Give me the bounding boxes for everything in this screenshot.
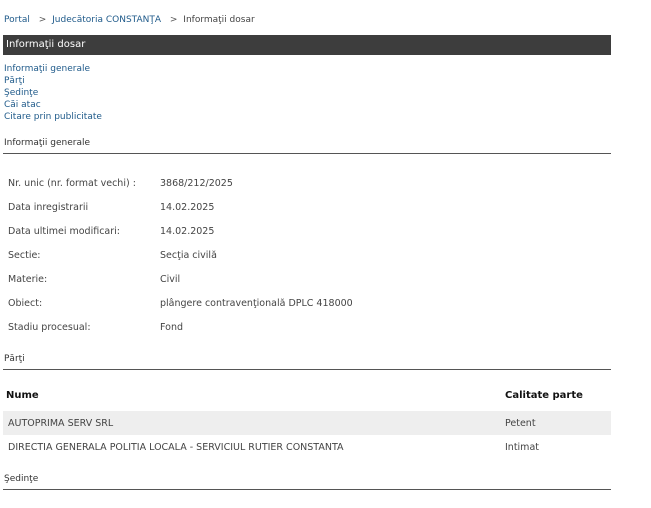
nav-link-sedinte[interactable]: Şedinţe — [4, 87, 102, 99]
info-value-data-inregistrarii: 14.02.2025 — [160, 202, 215, 213]
party-name: AUTOPRIMA SERV SRL — [8, 418, 114, 429]
section-title-sedinte: Şedinţe — [4, 474, 39, 484]
section-divider — [3, 153, 611, 154]
party-role: Intimat — [505, 442, 539, 453]
info-value-materie: Civil — [160, 274, 181, 285]
breadcrumb-current: Informaţii dosar — [183, 15, 255, 25]
breadcrumb-separator: > — [169, 15, 178, 25]
info-label-obiect: Obiect: — [8, 298, 43, 309]
breadcrumb: Portal > Judecătoria CONSTANŢA > Informa… — [4, 15, 255, 25]
nav-link-cai-atac[interactable]: Căi atac — [4, 99, 102, 111]
section-divider — [3, 369, 611, 370]
info-label-nr-unic: Nr. unic (nr. format vechi) : — [8, 178, 136, 189]
section-title-general: Informaţii generale — [4, 138, 90, 148]
table-row: DIRECTIA GENERALA POLITIA LOCALA - SERVI… — [3, 435, 611, 459]
page-title-bar: Informaţii dosar — [3, 35, 611, 55]
info-value-stadiu: Fond — [160, 322, 183, 333]
info-label-sectie: Sectie: — [8, 250, 41, 261]
party-role: Petent — [505, 418, 536, 429]
section-divider — [3, 489, 611, 490]
info-value-obiect: plângere contravenţională DPLC 418000 — [160, 298, 353, 309]
table-row: AUTOPRIMA SERV SRL Petent — [3, 411, 611, 435]
nav-link-informatii-generale[interactable]: Informaţii generale — [4, 63, 102, 75]
nav-link-citare[interactable]: Citare prin publicitate — [4, 111, 102, 123]
info-value-nr-unic: 3868/212/2025 — [160, 178, 233, 189]
info-label-data-modificari: Data ultimei modificari: — [8, 226, 120, 237]
table-header-calitate: Calitate parte — [505, 390, 583, 401]
party-name: DIRECTIA GENERALA POLITIA LOCALA - SERVI… — [8, 442, 344, 453]
info-label-data-inregistrarii: Data inregistrarii — [8, 202, 89, 213]
section-nav: Informaţii generale Părţi Şedinţe Căi at… — [4, 63, 102, 123]
breadcrumb-court-link[interactable]: Judecătoria CONSTANŢA — [52, 15, 161, 25]
breadcrumb-separator: > — [38, 15, 47, 25]
breadcrumb-portal-link[interactable]: Portal — [4, 15, 30, 25]
info-value-sectie: Secţia civilă — [160, 250, 217, 261]
info-label-materie: Materie: — [8, 274, 48, 285]
section-title-parti: Părţi — [4, 354, 25, 364]
info-value-data-modificari: 14.02.2025 — [160, 226, 215, 237]
info-label-stadiu: Stadiu procesual: — [8, 322, 91, 333]
table-header-nume: Nume — [6, 390, 39, 401]
page-title: Informaţii dosar — [6, 39, 86, 50]
nav-link-parti[interactable]: Părţi — [4, 75, 102, 87]
